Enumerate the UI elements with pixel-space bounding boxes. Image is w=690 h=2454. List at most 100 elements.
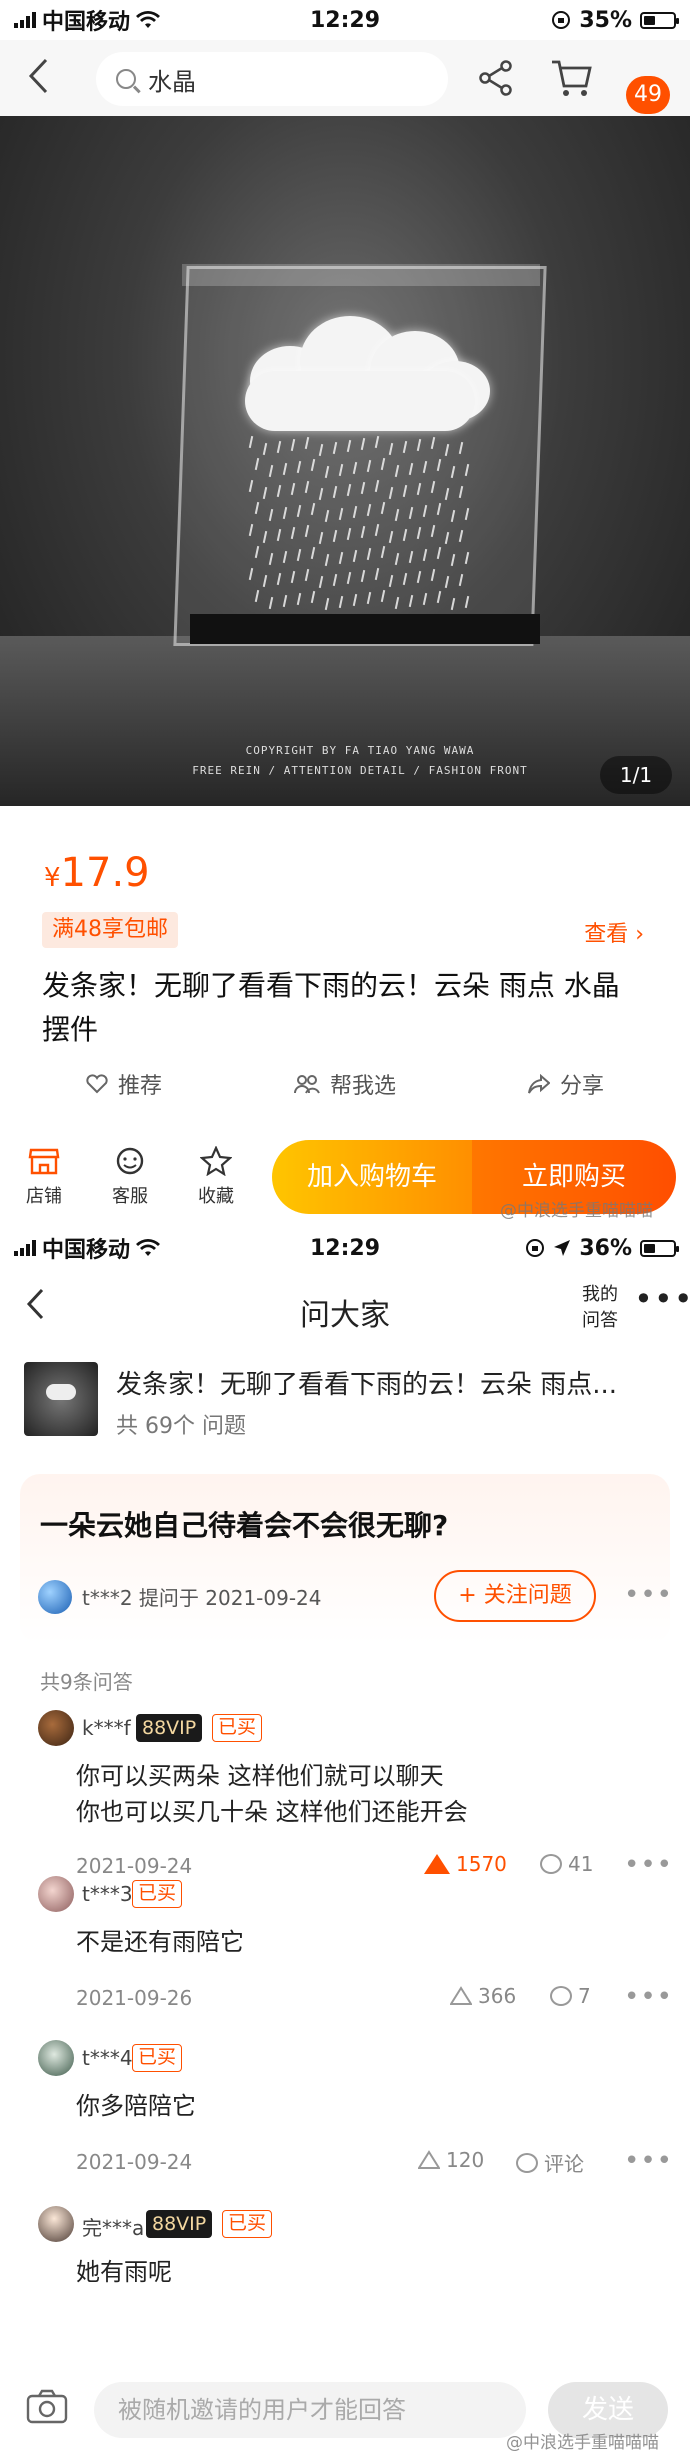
share-arrow-icon — [527, 1074, 550, 1094]
answer-more-button[interactable]: ••• — [624, 1982, 673, 2012]
favorite-label: 收藏 — [198, 1186, 234, 1207]
status-right-2: 36% — [525, 1235, 679, 1261]
comment-count: 7 — [578, 1984, 591, 2008]
answer-date: 2021-09-24 — [76, 2150, 193, 2174]
copyright-line-2: FREE REIN / ATTENTION DETAIL / FASHION F… — [192, 764, 528, 777]
status-bar-2: 中国移动 12:29 36% — [0, 1228, 690, 1268]
avatar — [38, 1710, 74, 1746]
comment-button[interactable]: 7 — [550, 1984, 591, 2008]
question-text: 一朵云她自己待着会不会很无聊? — [40, 1509, 449, 1542]
orientation-lock-icon — [526, 1239, 545, 1257]
service-button[interactable]: 客服 — [100, 1146, 160, 1208]
comment-count: 41 — [568, 1852, 594, 1876]
answer-text: 她有雨呢 — [76, 2258, 172, 2286]
heart-icon — [86, 1074, 108, 1094]
recommend-button[interactable]: 推荐 — [86, 1060, 162, 1108]
comment-icon — [540, 1854, 562, 1874]
bought-badge: 已买 — [132, 2044, 183, 2072]
product-image[interactable]: COPYRIGHT BY FA TIAO YANG WAWA FREE REIN… — [0, 116, 690, 806]
vip-badge: 88VIP — [146, 2210, 213, 2238]
my-qa-line-1: 我的 — [582, 1284, 618, 1305]
people-icon — [293, 1075, 320, 1094]
like-button[interactable]: 1570 — [424, 1852, 507, 1876]
store-icon — [28, 1148, 60, 1175]
bought-badge: 已买 — [212, 1714, 263, 1742]
product-info-card: ¥17.9 满48享包邮 查看 › 发条家！无聊了看看下雨的云！云朵 雨点 水晶… — [20, 830, 670, 1122]
like-count: 1570 — [456, 1852, 507, 1876]
battery-icon — [640, 11, 679, 29]
image-cube-top — [182, 264, 540, 286]
watermark: @中浪选手重喵喵喵 — [500, 1201, 653, 1221]
currency-symbol: ¥ — [44, 863, 61, 893]
bought-badge: 已买 — [222, 2210, 273, 2238]
orientation-lock-icon — [552, 11, 571, 29]
answer-text: 你可以买两朵 这样他们就可以聊天 你也可以买几十朵 这样他们还能开会 — [76, 1758, 468, 1830]
like-count: 120 — [446, 2148, 485, 2172]
question-count: 共 69个 问题 — [116, 1414, 246, 1439]
vip-badge: 88VIP — [136, 1714, 203, 1742]
qa-product-title: 发条家！无聊了看看下雨的云！云朵 雨点... — [116, 1370, 618, 1400]
my-qa-button[interactable]: 我的 问答 — [578, 1282, 622, 1334]
question-card: 一朵云她自己待着会不会很无聊? t***2 提问于 2021-09-24 + 关… — [20, 1474, 673, 1644]
answer-username: t***4 — [82, 2046, 133, 2070]
view-link[interactable]: 查看 › — [584, 916, 644, 948]
comment-button[interactable]: 评论 — [516, 2148, 584, 2177]
share-button[interactable]: 分享 — [527, 1060, 604, 1108]
search-icon — [116, 69, 136, 89]
status-bar: 中国移动 12:29 35% — [0, 0, 690, 40]
comment-button[interactable]: 41 — [540, 1852, 593, 1876]
battery-percent: 35% — [579, 7, 632, 33]
thumb-up-icon — [424, 1854, 450, 1874]
answer-line-1: 你可以买两朵 这样他们就可以聊天 — [76, 1762, 444, 1790]
answer-username: t***3 — [82, 1882, 133, 1906]
product-actions: 推荐 帮我选 分享 — [20, 1060, 670, 1108]
add-to-cart-button[interactable]: 加入购物车 — [272, 1140, 472, 1214]
free-shipping-tag: 满48享包邮 — [42, 912, 178, 948]
shop-label: 店铺 — [26, 1186, 62, 1207]
comment-icon — [550, 1986, 572, 2006]
like-button[interactable]: 366 — [450, 1984, 516, 2008]
help-pick-label: 帮我选 — [329, 1074, 396, 1099]
favorite-button[interactable]: 收藏 — [186, 1146, 246, 1208]
share-label: 分享 — [559, 1074, 604, 1099]
answer-input[interactable] — [94, 2382, 526, 2438]
location-arrow-icon — [554, 1240, 571, 1256]
qa-product-row[interactable]: 发条家！无聊了看看下雨的云！云朵 雨点... 共 69个 问题 — [0, 1352, 690, 1462]
image-copyright: COPYRIGHT BY FA TIAO YANG WAWA FREE REIN… — [160, 741, 560, 781]
search-query: 水晶 — [148, 67, 196, 96]
answer-text: 你多陪陪它 — [76, 2092, 196, 2120]
comment-count: 评论 — [544, 2152, 584, 2176]
search-input[interactable]: 水晶 — [96, 52, 448, 106]
answer-date: 2021-09-26 — [76, 1986, 193, 2010]
share-icon[interactable] — [476, 58, 516, 98]
answer-text: 不是还有雨陪它 — [76, 1928, 244, 1956]
watermark-2: @中浪选手重喵喵喵 — [506, 2433, 659, 2453]
my-qa-line-2: 问答 — [582, 1310, 618, 1331]
star-icon — [200, 1146, 232, 1176]
thumb-up-icon — [450, 1986, 472, 2005]
image-cube-base — [190, 614, 540, 644]
answer-username: 完***a — [82, 2216, 145, 2240]
product-thumbnail — [24, 1362, 98, 1436]
answer-more-button[interactable]: ••• — [624, 1850, 673, 1880]
back-button[interactable] — [26, 56, 66, 100]
question-more-button[interactable]: ••• — [624, 1580, 673, 1610]
battery-percent-2: 36% — [579, 1235, 632, 1261]
answer-more-button[interactable]: ••• — [624, 2146, 673, 2176]
more-button[interactable]: ••• — [634, 1280, 690, 1318]
price-value: 17.9 — [60, 850, 150, 896]
qa-header: 问大家 我的 问答 ••• — [0, 1270, 690, 1352]
help-pick-button[interactable]: 帮我选 — [293, 1060, 396, 1108]
avatar — [38, 2206, 74, 2242]
answer-line-2: 你也可以买几十朵 这样他们还能开会 — [76, 1798, 468, 1826]
like-button[interactable]: 120 — [418, 2148, 484, 2172]
shop-button[interactable]: 店铺 — [14, 1146, 74, 1208]
cart-icon[interactable] — [550, 58, 594, 98]
answers-card: 共9条问答 k***f 88VIP 已买 你可以买两朵 这样他们就可以聊天 你也… — [20, 1648, 673, 2368]
follow-question-button[interactable]: + 关注问题 — [434, 1570, 596, 1622]
cart-count-badge: 49 — [626, 76, 670, 114]
camera-icon[interactable] — [26, 2388, 68, 2424]
service-label: 客服 — [112, 1186, 148, 1207]
chevron-left-icon — [28, 58, 48, 94]
answer-date: 2021-09-24 — [76, 1854, 193, 1878]
